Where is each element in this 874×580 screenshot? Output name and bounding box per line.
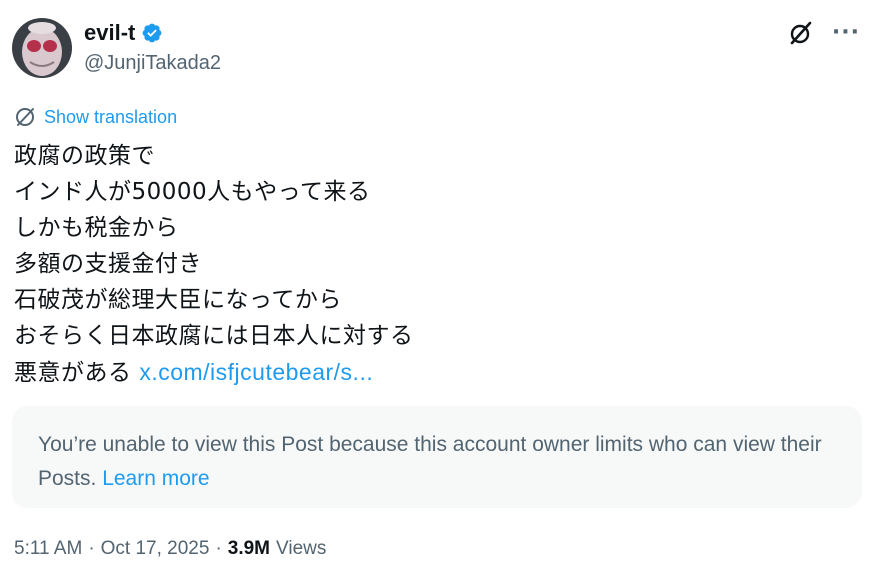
views-count[interactable]: 3.9M: [228, 538, 270, 560]
post-link[interactable]: x.com/isfjcutebear/s...: [139, 359, 373, 385]
views-label: Views: [276, 538, 327, 559]
show-translation-row[interactable]: Show translation: [14, 106, 177, 128]
post-line: 悪意がある: [14, 360, 132, 386]
avatar[interactable]: [12, 18, 72, 78]
post-line: 石破茂が総理大臣になってから: [14, 287, 342, 313]
notice-text-container: You’re unable to view this Post because …: [38, 428, 836, 496]
alien-mask-avatar-icon: [12, 18, 72, 78]
post-line: 多額の支援金付き: [14, 251, 202, 277]
globe-icon: [14, 106, 36, 128]
post-line: おそらく日本政腐には日本人に対する: [14, 323, 414, 349]
post-top-actions: ···: [788, 20, 860, 46]
post-time[interactable]: 5:11 AM: [14, 538, 82, 560]
post-text: 政腐の政策で インド人が50000人もやって来る しかも税金から 多額の支援金付…: [14, 138, 854, 391]
show-translation-link[interactable]: Show translation: [44, 107, 177, 128]
author-name-row[interactable]: evil-t: [84, 20, 163, 46]
grok-icon[interactable]: [788, 20, 814, 46]
post-line: 政腐の政策で: [14, 143, 155, 169]
author-handle[interactable]: @JunjiTakada2: [84, 52, 221, 75]
unavailable-post-notice: You’re unable to view this Post because …: [12, 406, 862, 508]
post-meta: 5:11 AM · Oct 17, 2025 · 3.9M Views: [14, 538, 326, 560]
meta-separator: ·: [215, 538, 222, 559]
post-line: しかも税金から: [14, 215, 179, 241]
post-line: インド人が50000人もやって来る: [14, 179, 371, 205]
post-date[interactable]: Oct 17, 2025: [101, 538, 210, 560]
verified-badge-icon[interactable]: [141, 22, 163, 44]
meta-separator: ·: [88, 538, 95, 559]
post-line-with-link: 悪意がある x.com/isfjcutebear/s...: [14, 354, 854, 391]
author-display-name[interactable]: evil-t: [84, 20, 135, 46]
learn-more-link[interactable]: Learn more: [102, 467, 209, 490]
more-icon[interactable]: ···: [832, 22, 860, 44]
